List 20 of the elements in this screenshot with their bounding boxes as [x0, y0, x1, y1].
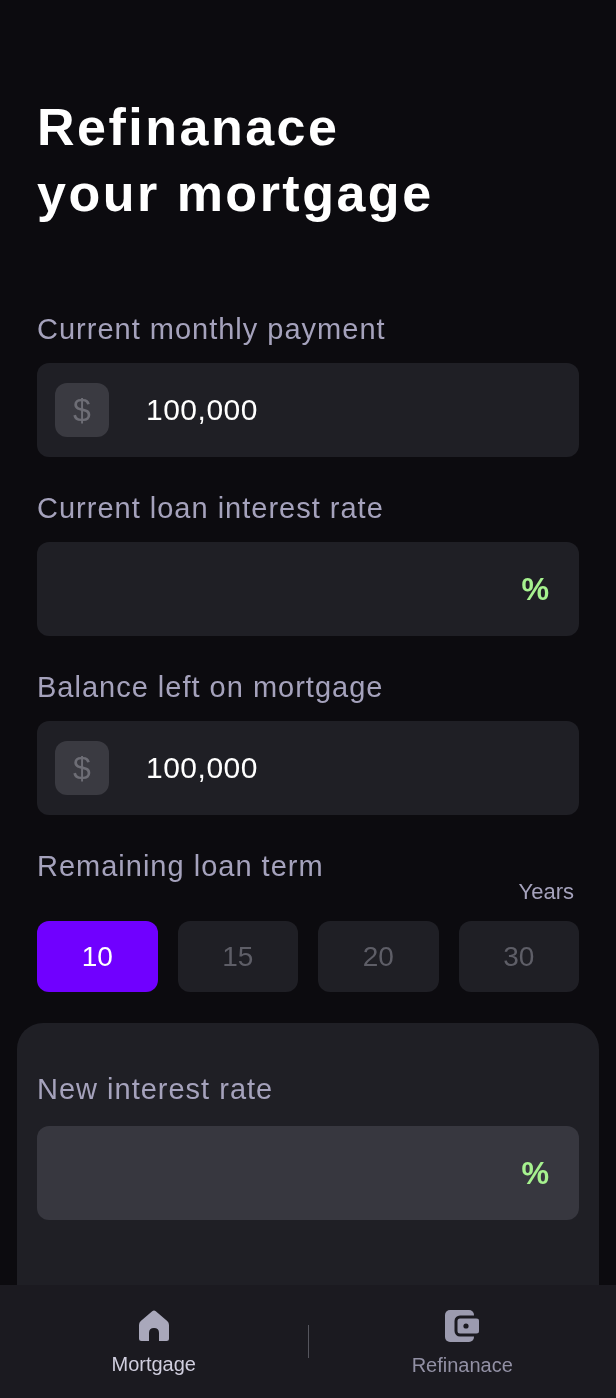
percent-symbol: % [521, 573, 549, 605]
input-field[interactable]: % [37, 542, 579, 636]
field-label: Remaining loan term [37, 849, 324, 883]
term-option[interactable]: 10 [37, 921, 158, 992]
input-field[interactable]: $ 100,000 [37, 721, 579, 815]
field-label: New interest rate [37, 1072, 274, 1106]
input-field[interactable]: % [37, 1126, 579, 1220]
unit-label: Years [518, 879, 575, 905]
wallet-icon [445, 1310, 480, 1342]
field-label: Balance left on mortgage [37, 670, 384, 704]
percent-symbol: % [521, 1157, 549, 1189]
input-field[interactable]: $ 100,000 [37, 363, 579, 457]
nav-tab[interactable]: Refinanace [411, 1310, 513, 1377]
field-label: Current loan interest rate [37, 491, 384, 525]
field-label: Current monthly payment [37, 312, 386, 346]
nav-tab[interactable]: Mortgage [111, 1310, 196, 1376]
home-icon [138, 1310, 169, 1341]
page-title: Refinanace your mortgage [37, 97, 435, 224]
currency-symbol: $ [55, 383, 109, 437]
currency-symbol: $ [55, 741, 109, 795]
